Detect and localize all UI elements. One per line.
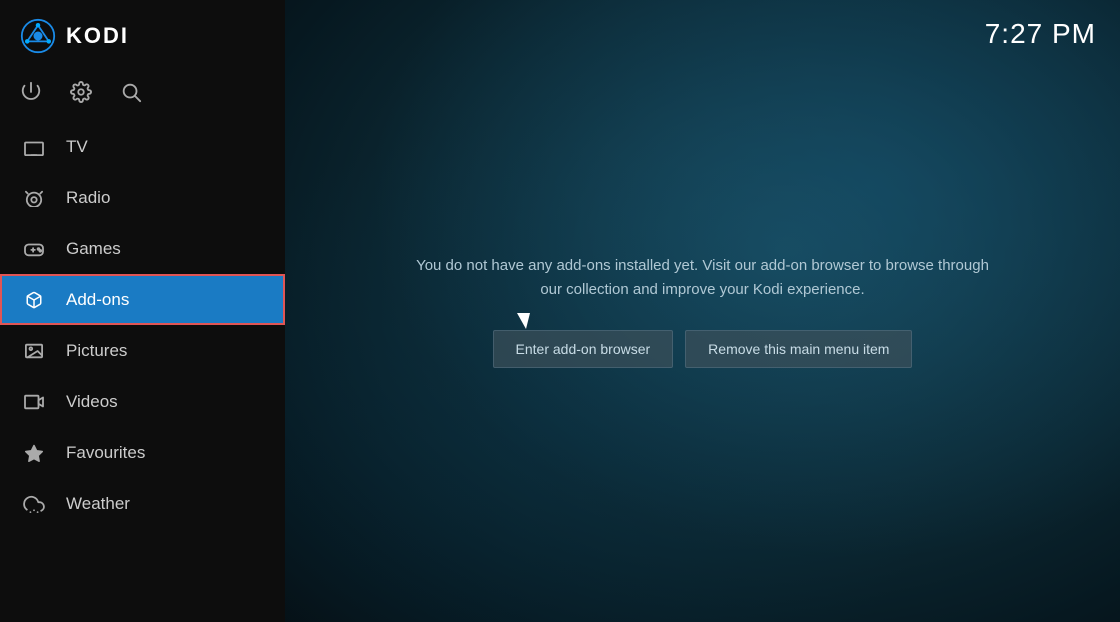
kodi-logo-icon xyxy=(20,18,56,54)
sidebar-item-favourites[interactable]: Favourites xyxy=(0,427,285,478)
app-title: KODI xyxy=(66,23,129,49)
sidebar-item-videos[interactable]: Videos xyxy=(0,376,285,427)
sidebar-item-tv[interactable]: TV xyxy=(0,121,285,172)
sidebar-item-favourites-label: Favourites xyxy=(66,443,145,463)
sidebar-icon-bar xyxy=(0,72,285,121)
games-icon xyxy=(20,237,48,260)
weather-icon xyxy=(20,492,48,515)
main-content: 7:27 PM You do not have any add-ons inst… xyxy=(285,0,1120,622)
sidebar-item-radio[interactable]: Radio xyxy=(0,172,285,223)
sidebar: KODI xyxy=(0,0,285,622)
addons-icon xyxy=(20,288,48,311)
favourites-icon xyxy=(20,441,48,464)
sidebar-item-tv-label: TV xyxy=(66,137,88,157)
tv-icon xyxy=(20,135,48,158)
pictures-icon xyxy=(20,339,48,362)
sidebar-item-videos-label: Videos xyxy=(66,392,118,412)
sidebar-item-addons[interactable]: Add-ons xyxy=(0,274,285,325)
remove-menu-item-button[interactable]: Remove this main menu item xyxy=(685,330,912,368)
enter-addon-browser-button[interactable]: Enter add-on browser xyxy=(493,330,674,368)
sidebar-item-pictures[interactable]: Pictures xyxy=(0,325,285,376)
main-nav: TV Radio xyxy=(0,121,285,622)
search-button[interactable] xyxy=(120,80,142,103)
info-message: You do not have any add-ons installed ye… xyxy=(413,254,993,302)
sidebar-item-weather-label: Weather xyxy=(66,494,130,514)
action-buttons: Enter add-on browser Remove this main me… xyxy=(493,330,913,368)
radio-icon xyxy=(20,186,48,209)
sidebar-item-radio-label: Radio xyxy=(66,188,110,208)
sidebar-item-addons-label: Add-ons xyxy=(66,290,129,310)
videos-icon xyxy=(20,390,48,413)
sidebar-item-games-label: Games xyxy=(66,239,121,259)
content-area: You do not have any add-ons installed ye… xyxy=(393,234,1013,388)
settings-button[interactable] xyxy=(70,80,92,103)
sidebar-item-weather[interactable]: Weather xyxy=(0,478,285,529)
power-button[interactable] xyxy=(20,80,42,103)
time-display: 7:27 PM xyxy=(985,18,1096,50)
sidebar-header: KODI xyxy=(0,0,285,72)
sidebar-item-pictures-label: Pictures xyxy=(66,341,127,361)
sidebar-item-games[interactable]: Games xyxy=(0,223,285,274)
